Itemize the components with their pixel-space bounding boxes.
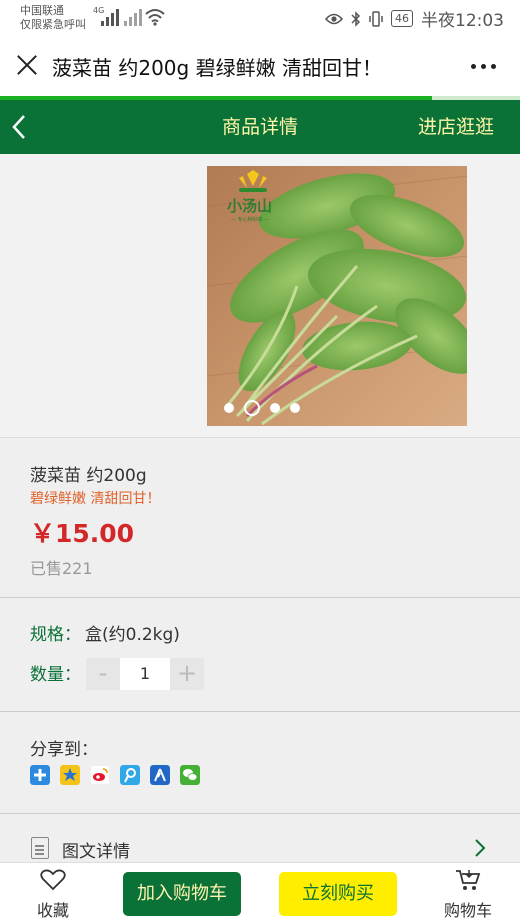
details-row[interactable]: 图文详情	[0, 814, 520, 862]
quantity-increase-button[interactable]: +	[170, 658, 204, 690]
brand-slogan: — 专心种好菜 —	[231, 216, 269, 223]
details-label: 图文详情	[62, 842, 130, 862]
carrier-info: 中国联通 仅限紧急呼叫	[20, 4, 86, 32]
renren-icon[interactable]	[150, 765, 170, 785]
buy-now-button[interactable]: 立刻购买	[279, 872, 397, 916]
carrier-status: 仅限紧急呼叫	[20, 18, 86, 31]
bluetooth-icon	[351, 10, 361, 27]
wechat-icon[interactable]	[180, 765, 200, 785]
quantity-stepper: - 1 +	[86, 658, 204, 690]
product-specs: 规格： 盒(约0.2kg) 数量： - 1 +	[0, 598, 520, 712]
gallery-dot[interactable]	[290, 403, 300, 413]
product-info: 菠菜苗 约200g 碧绿鲜嫩 清甜回甘！ ￥15.00 已售221	[0, 438, 520, 598]
signal-2-icon	[124, 8, 142, 26]
favorite-label: 收藏	[36, 901, 69, 920]
spec-value[interactable]: 盒(约0.2kg)	[85, 620, 180, 645]
gallery-pagination	[224, 400, 300, 416]
bottom-action-bar: 收藏 加入购物车 立刻购买 购物车	[0, 862, 520, 924]
product-price: ￥15.00	[30, 519, 135, 548]
cart-button[interactable]: 购物车	[438, 869, 498, 921]
plus-share-icon[interactable]	[30, 765, 50, 785]
cart-label: 购物车	[443, 901, 492, 920]
product-subtitle: 碧绿鲜嫩 清甜回甘！	[30, 491, 161, 507]
share-label: 分享到：	[30, 740, 98, 760]
gallery-dot[interactable]	[270, 403, 280, 413]
share-icons	[30, 765, 200, 785]
favorite-button[interactable]: 收藏	[30, 869, 76, 921]
page-title: 菠菜苗 约200g 碧绿鲜嫩 清甜回甘！	[52, 56, 382, 80]
share-section: 分享到：	[0, 712, 520, 814]
gallery-dot[interactable]	[224, 403, 234, 413]
spec-label: 规格：	[30, 625, 81, 645]
vibrate-icon	[369, 10, 383, 27]
add-to-cart-button[interactable]: 加入购物车	[123, 872, 241, 916]
weibo-icon[interactable]	[90, 765, 110, 785]
status-time: 半夜12:03	[421, 11, 504, 31]
sold-count: 已售221	[30, 559, 93, 578]
qzone-icon[interactable]	[60, 765, 80, 785]
heart-icon	[40, 869, 66, 891]
eye-icon	[325, 13, 343, 24]
close-icon[interactable]	[14, 52, 40, 78]
quantity-decrease-button[interactable]: -	[86, 658, 120, 690]
product-gallery[interactable]: 小汤山 — 专心种好菜 —	[0, 154, 520, 438]
quantity-label: 数量：	[30, 665, 81, 685]
product-name: 菠菜苗 约200g	[30, 466, 147, 486]
signal-icon	[101, 8, 119, 26]
shopping-cart-icon	[456, 870, 481, 890]
quantity-input[interactable]: 1	[120, 658, 170, 690]
wifi-icon	[145, 9, 165, 26]
shop-navbar: 商品详情 进店逛逛	[0, 100, 520, 154]
webview-title-bar: 菠菜苗 约200g 碧绿鲜嫩 清甜回甘！	[0, 38, 520, 96]
status-bar: 中国联通 仅限紧急呼叫 4G 46 半夜12:03	[0, 0, 520, 38]
carrier-name: 中国联通	[20, 4, 64, 17]
battery-indicator: 46	[391, 10, 413, 27]
brand-name: 小汤山	[227, 197, 272, 215]
status-right-group: 46 半夜12:03	[325, 6, 504, 31]
more-menu-icon[interactable]	[471, 64, 496, 69]
chevron-right-icon	[475, 839, 486, 857]
visit-store-link[interactable]: 进店逛逛	[418, 112, 494, 139]
gallery-dot-active[interactable]	[244, 400, 260, 416]
product-image[interactable]: 小汤山 — 专心种好菜 —	[207, 166, 467, 426]
document-icon	[31, 837, 49, 859]
tencent-weibo-icon[interactable]	[120, 765, 140, 785]
